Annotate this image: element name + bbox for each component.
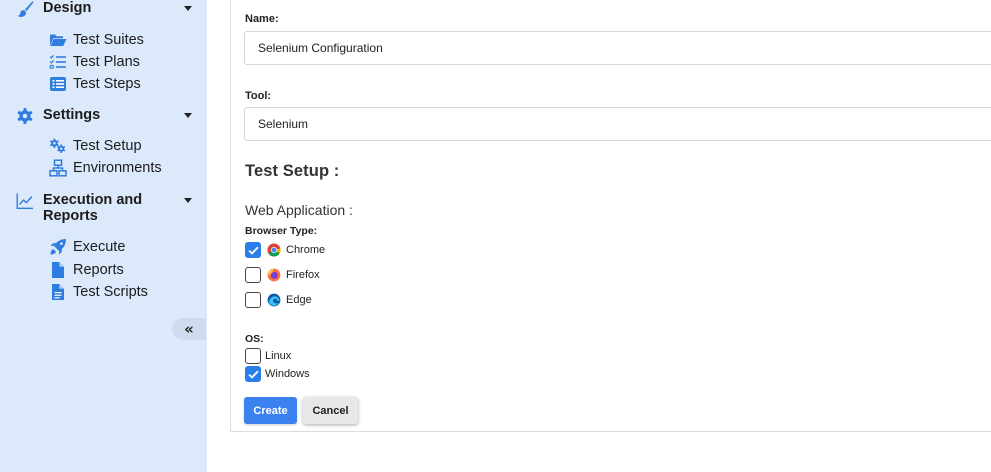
browser-option-chrome[interactable]: Chrome <box>245 241 325 259</box>
paintbrush-icon <box>16 0 34 18</box>
sidebar-item-execute[interactable]: Execute <box>49 237 125 257</box>
checklist-icon <box>49 53 67 71</box>
browser-option-edge[interactable]: Edge <box>245 291 312 309</box>
sidebar-item-environments[interactable]: Environments <box>49 158 162 178</box>
test-setup-heading: Test Setup : <box>245 162 340 180</box>
browser-option-firefox[interactable]: Firefox <box>245 266 320 284</box>
sidebar-item-test-scripts[interactable]: Test Scripts <box>49 282 148 302</box>
sidebar-item-label: Environments <box>73 160 162 176</box>
sidebar-section-label: Design <box>43 0 92 16</box>
sidebar-item-label: Reports <box>73 262 124 278</box>
edge-checkbox[interactable] <box>245 292 261 308</box>
gears-icon <box>49 137 67 155</box>
os-label: OS: <box>245 333 264 345</box>
rocket-icon <box>49 238 67 256</box>
browser-type-label: Browser Type: <box>245 225 318 237</box>
tool-label: Tool: <box>245 90 272 102</box>
os-option-linux[interactable]: Linux <box>245 347 291 365</box>
linux-checkbox[interactable] <box>245 348 261 364</box>
sidebar-item-label: Test Plans <box>73 54 140 70</box>
sidebar-section-design[interactable]: Design <box>16 0 192 18</box>
network-icon <box>49 159 67 177</box>
gear-icon <box>16 107 34 125</box>
edge-icon <box>267 293 281 307</box>
name-input[interactable]: Selenium Configuration <box>244 31 991 65</box>
chrome-checkbox[interactable] <box>245 242 261 258</box>
sidebar-item-label: Execute <box>73 239 126 255</box>
firefox-icon <box>267 268 281 282</box>
chevron-down-icon <box>184 6 192 11</box>
checkmark-icon <box>247 246 259 255</box>
sidebar-item-label: Test Steps <box>73 76 141 92</box>
cancel-button[interactable]: Cancel <box>303 397 358 424</box>
name-label: Name: <box>245 13 279 25</box>
edge-label: Edge <box>286 294 312 306</box>
sidebar-item-label: Test Scripts <box>73 284 148 300</box>
sidebar-item-label: Test Suites <box>73 32 144 48</box>
os-option-windows[interactable]: Windows <box>245 365 310 383</box>
tool-select[interactable]: Selenium <box>244 107 991 141</box>
sidebar-section-settings[interactable]: Settings <box>16 107 192 125</box>
file-icon <box>49 261 67 279</box>
windows-checkbox[interactable] <box>245 366 261 382</box>
create-button[interactable]: Create <box>244 397 297 424</box>
chevron-down-icon <box>184 113 192 118</box>
sidebar-item-test-setup[interactable]: Test Setup <box>49 136 142 156</box>
collapse-sidebar-button[interactable]: « <box>172 318 206 340</box>
firefox-label: Firefox <box>286 269 320 281</box>
firefox-checkbox[interactable] <box>245 267 261 283</box>
chevron-down-icon <box>184 198 192 203</box>
sidebar-item-test-suites[interactable]: Test Suites <box>49 30 144 50</box>
chart-line-icon <box>16 192 34 210</box>
chrome-icon <box>267 243 281 257</box>
sidebar: Design Test Suites Test Plans Test Steps… <box>0 0 207 472</box>
sidebar-section-label: Execution and Reports <box>43 192 143 224</box>
web-application-heading: Web Application : <box>245 202 353 218</box>
sidebar-item-test-plans[interactable]: Test Plans <box>49 52 140 72</box>
sidebar-section-label: Settings <box>43 107 101 123</box>
chrome-label: Chrome <box>286 244 326 256</box>
folder-open-icon <box>49 31 67 49</box>
windows-label: Windows <box>265 368 310 380</box>
list-icon <box>49 75 67 93</box>
sidebar-item-test-steps[interactable]: Test Steps <box>49 74 141 94</box>
checkmark-icon <box>247 370 259 379</box>
file-text-icon <box>49 283 67 301</box>
linux-label: Linux <box>265 350 292 362</box>
sidebar-item-reports[interactable]: Reports <box>49 260 124 280</box>
sidebar-section-execution-reports[interactable]: Execution and Reports <box>16 192 192 224</box>
sidebar-item-label: Test Setup <box>73 138 142 154</box>
